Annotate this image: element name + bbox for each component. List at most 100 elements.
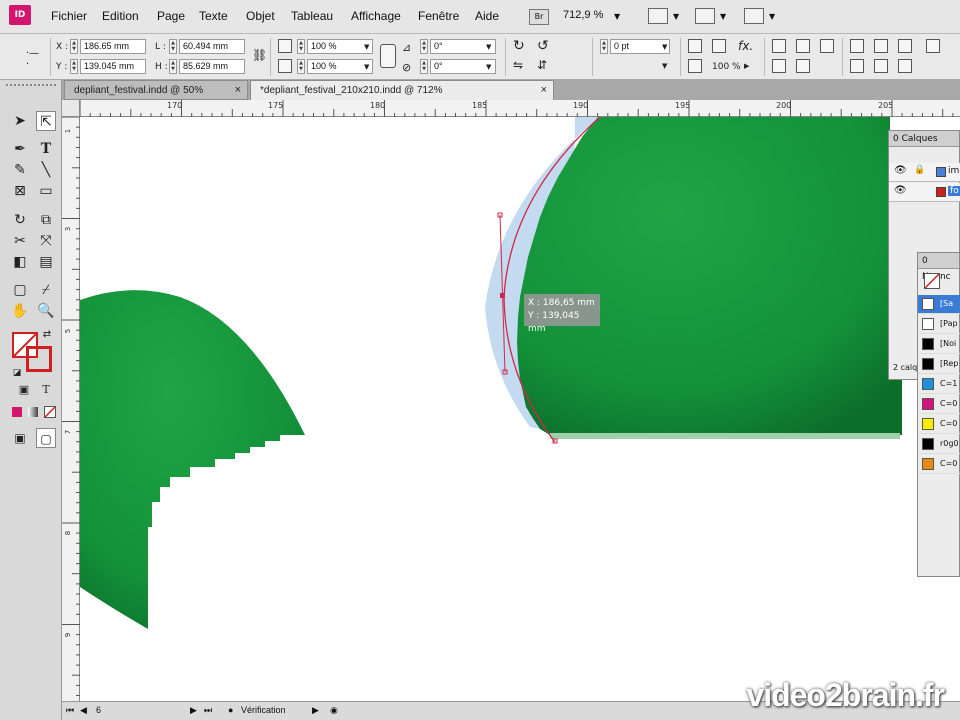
chevron-down-icon[interactable]: ▼ bbox=[364, 63, 369, 71]
chevron-down-icon[interactable]: ▼ bbox=[662, 62, 667, 70]
swatch-row[interactable]: C=0 bbox=[918, 395, 960, 414]
swatch-row[interactable]: C=1 bbox=[918, 375, 960, 394]
chevron-down-icon[interactable]: ▼ bbox=[662, 43, 667, 51]
fill-frame-icon[interactable] bbox=[772, 59, 786, 73]
chevron-down-icon[interactable]: ▶ bbox=[744, 62, 749, 70]
menu-edition[interactable]: Edition bbox=[102, 9, 139, 23]
stroke-weight-field[interactable]: 0 pt bbox=[610, 39, 670, 54]
chevron-down-icon[interactable]: ▼ bbox=[486, 43, 491, 51]
previous-page-icon[interactable]: ◀ bbox=[80, 705, 87, 716]
rotate-counterclockwise-icon[interactable]: ↺ bbox=[537, 38, 549, 54]
menu-page[interactable]: Page bbox=[157, 9, 185, 23]
apply-none-icon[interactable] bbox=[44, 406, 56, 418]
layers-panel-title[interactable]: 0 Calques bbox=[889, 131, 959, 147]
preflight-menu-icon[interactable]: ▶ bbox=[312, 705, 319, 716]
green-shape-right[interactable] bbox=[517, 117, 902, 435]
y-spinner[interactable]: ▲ ▼ bbox=[70, 59, 78, 74]
rotate-spinner[interactable]: ▲ ▼ bbox=[420, 39, 428, 54]
x-spinner[interactable]: ▲ ▼ bbox=[70, 39, 78, 54]
chevron-down-icon[interactable]: ▼ bbox=[614, 12, 620, 21]
free-transform-tool-icon[interactable]: ⤧ bbox=[36, 231, 56, 251]
flip-vertical-icon[interactable]: ⇵ bbox=[537, 58, 547, 72]
center-content-icon[interactable] bbox=[820, 39, 834, 53]
green-shape-left[interactable] bbox=[80, 290, 305, 629]
normal-view-icon[interactable]: ▣ bbox=[10, 428, 30, 448]
document-canvas[interactable] bbox=[80, 117, 960, 701]
swatch-row[interactable]: C=0 bbox=[918, 455, 960, 474]
align-middle-icon[interactable] bbox=[874, 59, 888, 73]
shear-spinner[interactable]: ▲ ▼ bbox=[420, 59, 428, 74]
scissors-tool-icon[interactable]: ✂ bbox=[10, 231, 30, 251]
zoom-level-select[interactable]: 712,9 % bbox=[563, 9, 603, 21]
panel-grip[interactable] bbox=[6, 84, 56, 90]
y-position-field[interactable]: 139.045 mm bbox=[80, 59, 146, 74]
swap-fill-stroke-icon[interactable]: ⇄ bbox=[40, 328, 54, 342]
menu-affichage[interactable]: Affichage bbox=[351, 9, 401, 23]
vertical-ruler[interactable]: 1 3 5 7 8 9 bbox=[62, 117, 80, 701]
fit-content-icon[interactable] bbox=[772, 39, 786, 53]
view-options-icon[interactable] bbox=[648, 8, 668, 24]
default-fill-stroke-icon[interactable]: ◪ bbox=[10, 366, 24, 380]
eye-icon[interactable]: 👁 bbox=[894, 185, 907, 196]
distribute-icon[interactable] bbox=[926, 39, 940, 53]
type-tool-icon[interactable]: T bbox=[36, 139, 56, 159]
scale-tool-icon[interactable]: ⧉ bbox=[36, 210, 56, 230]
last-page-icon[interactable]: ⏭ bbox=[204, 705, 212, 716]
constrain-scale-icon[interactable] bbox=[380, 44, 396, 68]
anchor-point[interactable] bbox=[500, 293, 505, 298]
horizontal-ruler[interactable]: 170 175 180 185 190 195 200 205 bbox=[80, 100, 960, 117]
link-proportions-icon[interactable]: ⛓ bbox=[252, 48, 267, 62]
height-spinner[interactable]: ▲ ▼ bbox=[169, 59, 177, 74]
reference-point-icon[interactable]: ·—· bbox=[26, 48, 40, 70]
lock-icon[interactable]: 🔒 bbox=[914, 165, 925, 175]
formatting-container-icon[interactable]: ▣ bbox=[14, 380, 34, 400]
preview-mode-icon[interactable]: ▢ bbox=[36, 428, 56, 448]
formatting-text-icon[interactable]: T bbox=[36, 380, 56, 400]
menu-fenetre[interactable]: Fenêtre bbox=[418, 9, 459, 23]
menu-texte[interactable]: Texte bbox=[199, 9, 228, 23]
zoom-tool-icon[interactable]: 🔍 bbox=[36, 301, 56, 321]
close-icon[interactable]: × bbox=[235, 81, 241, 100]
direct-selection-tool-icon[interactable]: ⇱ bbox=[36, 111, 56, 131]
align-top-icon[interactable] bbox=[850, 59, 864, 73]
page-number-field[interactable]: 6 bbox=[96, 705, 101, 715]
width-spinner[interactable]: ▲ ▼ bbox=[169, 39, 177, 54]
ruler-origin[interactable] bbox=[62, 100, 80, 117]
fill-none-icon[interactable] bbox=[924, 273, 940, 289]
menu-objet[interactable]: Objet bbox=[246, 9, 275, 23]
swatch-row[interactable]: [Noi bbox=[918, 335, 960, 354]
menu-aide[interactable]: Aide bbox=[475, 9, 499, 23]
x-position-field[interactable]: 186.65 mm bbox=[80, 39, 146, 54]
screen-mode-icon[interactable] bbox=[695, 8, 715, 24]
swatch-row[interactable]: C=0 bbox=[918, 415, 960, 434]
close-icon[interactable]: × bbox=[541, 81, 547, 100]
swatch-row[interactable]: [Rep bbox=[918, 355, 960, 374]
selection-tool-icon[interactable]: ➤ bbox=[10, 111, 30, 131]
preflight-panel-icon[interactable]: ◉ bbox=[330, 705, 338, 716]
hand-tool-icon[interactable]: ✋ bbox=[10, 301, 30, 321]
chevron-down-icon[interactable]: ▼ bbox=[769, 12, 775, 21]
apply-color-icon[interactable] bbox=[12, 407, 22, 417]
width-field[interactable]: 60.494 mm bbox=[179, 39, 245, 54]
first-page-icon[interactable]: ⏮ bbox=[66, 705, 74, 716]
line-tool-icon[interactable]: ╲ bbox=[36, 160, 56, 180]
eyedropper-tool-icon[interactable]: ⌿ bbox=[36, 280, 56, 300]
arrange-documents-icon[interactable] bbox=[744, 8, 764, 24]
flip-horizontal-icon[interactable]: ⇋ bbox=[513, 58, 523, 72]
align-right-icon[interactable] bbox=[898, 39, 912, 53]
fit-proportional-icon[interactable] bbox=[796, 59, 810, 73]
rectangle-frame-tool-icon[interactable]: ⊠ bbox=[10, 181, 30, 201]
apply-gradient-icon[interactable] bbox=[28, 407, 38, 417]
align-bottom-icon[interactable] bbox=[898, 59, 912, 73]
chevron-down-icon[interactable]: ▼ bbox=[486, 63, 491, 71]
swatch-row[interactable]: r0g0 bbox=[918, 435, 960, 454]
align-center-icon[interactable] bbox=[874, 39, 888, 53]
menu-tableau[interactable]: Tableau bbox=[291, 9, 333, 23]
fx-icon[interactable]: fx. bbox=[738, 39, 753, 53]
swatch-row[interactable]: [Sa bbox=[918, 295, 960, 314]
menu-fichier[interactable]: Fichier bbox=[51, 9, 87, 23]
chevron-down-icon[interactable]: ▼ bbox=[720, 12, 726, 21]
gradient-swatch-tool-icon[interactable]: ◧ bbox=[10, 252, 30, 272]
effects-icon[interactable] bbox=[712, 39, 726, 53]
pen-tool-icon[interactable]: ✒ bbox=[10, 139, 30, 159]
